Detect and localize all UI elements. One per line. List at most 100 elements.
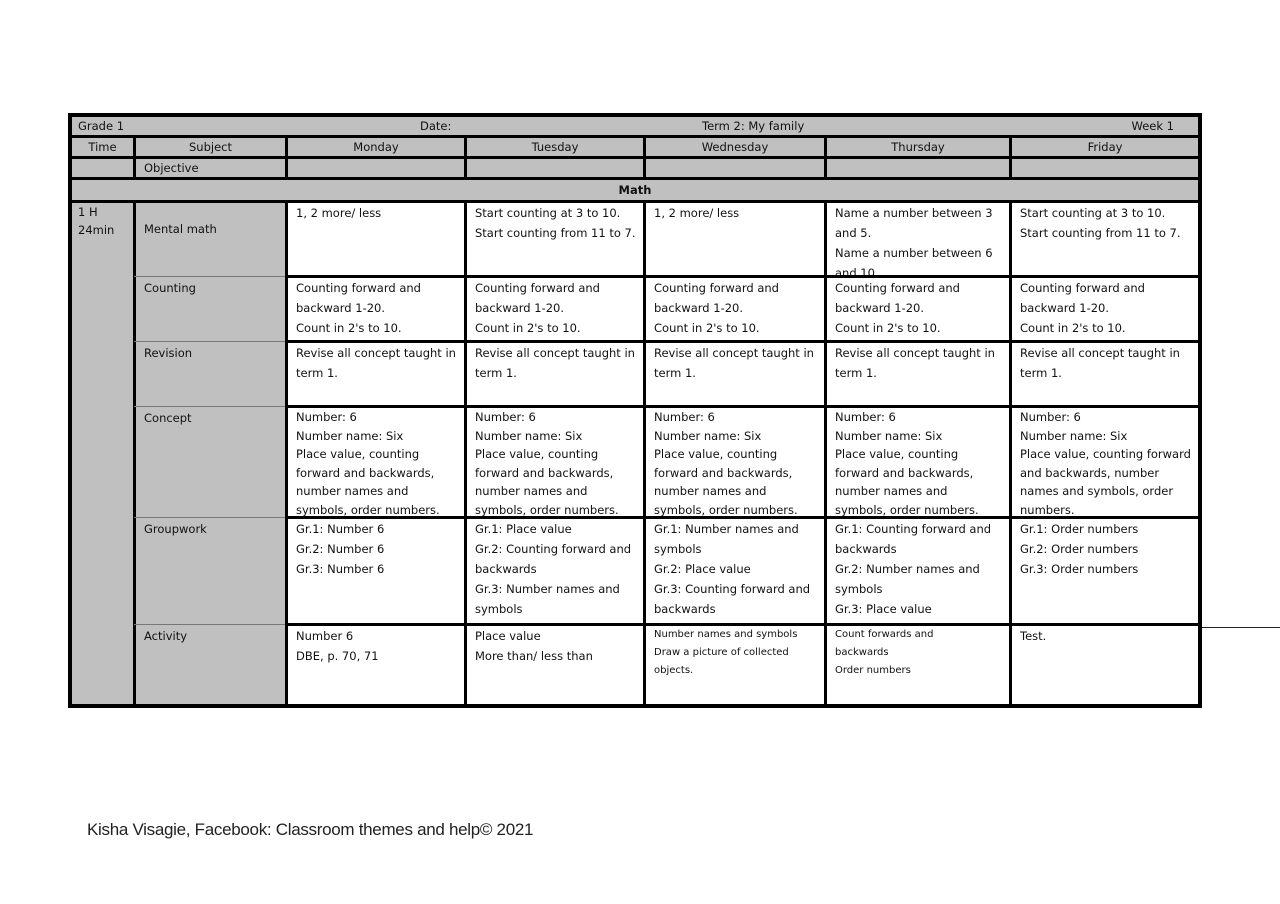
- plan-cell-tuesday[interactable]: Start counting at 3 to 10. Start counting…: [467, 203, 643, 275]
- plan-text-line: term 1.: [654, 366, 696, 380]
- plan-text-line: Gr.3: Order numbers: [1020, 562, 1139, 576]
- plan-text-line: backward 1-20.: [1020, 301, 1110, 315]
- plan-text-line: Count in 2's to 10.: [296, 321, 402, 335]
- plan-text-line: Number name: Six: [835, 428, 943, 443]
- plan-cell-tuesday[interactable]: Place value More than/ less than: [467, 626, 643, 704]
- plan-cell-wednesday[interactable]: Gr.1: Number names and symbols Gr.2: Place…: [646, 519, 824, 623]
- plan-cell-wednesday[interactable]: Number names and symbols Draw a picture o…: [646, 626, 824, 704]
- plan-text-line: number names and: [296, 484, 409, 498]
- plan-cell-friday[interactable]: Gr.1: Order numbers Gr.2: Order numbers Gr…: [1012, 519, 1198, 623]
- subject-label: Mental math: [144, 222, 217, 236]
- plan-text-line: Counting forward and: [654, 281, 779, 295]
- column-header-subject: Subject: [136, 138, 285, 156]
- subject-cell-concept: Concept: [136, 408, 285, 516]
- subject-label: Activity: [144, 629, 188, 643]
- decorative-line: [1202, 627, 1280, 628]
- plan-cell-monday[interactable]: Gr.1: Number 6 Gr.2: Number 6 Gr.3: Number…: [288, 519, 464, 623]
- plan-cell-tuesday[interactable]: Number: 6 Number name: Six Place value, co…: [467, 408, 643, 516]
- plan-cell-monday[interactable]: Number 6 DBE, p. 70, 71: [288, 626, 464, 704]
- plan-cell-friday[interactable]: Counting forward and backward 1-20. Count …: [1012, 278, 1198, 340]
- subject-label: Counting: [144, 281, 196, 295]
- plan-cell-monday[interactable]: Number: 6 Number name: Six Place value, co…: [288, 408, 464, 516]
- plan-cell-thursday[interactable]: Count forwards and backwards Order numbers: [827, 626, 1009, 704]
- plan-text-line: backwards: [475, 562, 537, 576]
- plan-text-line: Place value, counting forward: [1020, 447, 1191, 461]
- plan-cell-wednesday[interactable]: Revise all concept taught in term 1.: [646, 343, 824, 405]
- plan-text-line: Number name: Six: [654, 428, 762, 443]
- column-header-tuesday: Tuesday: [467, 138, 643, 156]
- plan-text-line: Name a number between 3: [835, 206, 993, 220]
- plan-cell-monday[interactable]: Revise all concept taught in term 1.: [288, 343, 464, 405]
- plan-cell-tuesday[interactable]: Revise all concept taught in term 1.: [467, 343, 643, 405]
- plan-cell-thursday[interactable]: Revise all concept taught in term 1.: [827, 343, 1009, 405]
- plan-text-line: Gr.2: Counting forward and: [475, 542, 632, 556]
- plan-cell-friday[interactable]: Revise all concept taught in term 1.: [1012, 343, 1198, 405]
- objective-cell-monday[interactable]: [288, 159, 464, 177]
- plan-cell-thursday[interactable]: Name a number between 3 and 5. Name a numb…: [827, 203, 1009, 275]
- subject-row-divider: [134, 406, 285, 407]
- plan-text-line: forward and backwards,: [835, 465, 974, 480]
- day-label: Thursday: [891, 140, 945, 154]
- plan-cell-monday[interactable]: Counting forward and backward 1-20. Count …: [288, 278, 464, 340]
- subject-cell-revision: Revision: [136, 343, 285, 405]
- plan-text-line: term 1.: [835, 366, 877, 380]
- plan-text-line: Revise all concept taught in: [654, 346, 814, 360]
- plan-text-line: Gr.2: Order numbers: [1020, 542, 1139, 556]
- plan-text-line: Gr.2: Number names and: [835, 562, 980, 576]
- objective-cell-thursday[interactable]: [827, 159, 1009, 177]
- plan-text-line: objects.: [654, 665, 694, 676]
- plan-text-line: Place value: [475, 629, 541, 643]
- plan-text-line: Gr.1: Order numbers: [1020, 522, 1139, 536]
- plan-text-line: symbols, order numbers.: [835, 502, 979, 517]
- plan-text-line: symbols, order numbers.: [475, 502, 619, 517]
- plan-text-line: Number: 6: [296, 410, 357, 424]
- objective-time-cell: [72, 159, 133, 177]
- plan-text-line: symbols: [475, 602, 523, 616]
- plan-cell-tuesday[interactable]: Gr.1: Place value Gr.2: Counting forward …: [467, 519, 643, 623]
- objective-cell-wednesday[interactable]: [646, 159, 824, 177]
- objective-cell-tuesday[interactable]: [467, 159, 643, 177]
- plan-text-line: Revise all concept taught in: [1020, 346, 1180, 360]
- plan-text-line: Number names and symbols: [654, 629, 798, 640]
- plan-text-line: Gr.1: Place value: [475, 522, 572, 536]
- time-slot-minutes: 24min: [78, 223, 115, 237]
- plan-cell-friday[interactable]: Number: 6 Number name: Six Place value, co…: [1012, 408, 1198, 516]
- plan-text-line: Gr.1: Number names and: [654, 522, 799, 536]
- plan-cell-monday[interactable]: 1, 2 more/ less: [288, 203, 464, 275]
- plan-text-line: Counting forward and: [835, 281, 960, 295]
- column-header-monday: Monday: [288, 138, 464, 156]
- plan-text-line: backward 1-20.: [654, 301, 744, 315]
- objective-cell-friday[interactable]: [1012, 159, 1198, 177]
- plan-text-line: Number: 6: [835, 410, 896, 424]
- plan-text-line: number names and: [654, 484, 767, 498]
- grade-label: Grade 1: [78, 119, 125, 133]
- plan-text-line: More than/ less than: [475, 649, 593, 663]
- plan-text-line: Counting forward and: [1020, 281, 1145, 295]
- plan-cell-wednesday[interactable]: Number: 6 Number name: Six Place value, co…: [646, 408, 824, 516]
- plan-cell-wednesday[interactable]: Counting forward and backward 1-20. Count …: [646, 278, 824, 340]
- plan-text-line: Start counting from 11 to 7.: [475, 226, 636, 240]
- plan-cell-thursday[interactable]: Gr.1: Counting forward and backwards Gr.2:…: [827, 519, 1009, 623]
- plan-text-line: Count in 2's to 10.: [654, 321, 760, 335]
- subject-row-divider: [134, 517, 285, 518]
- plan-text-line: Gr.3: Counting forward and: [654, 582, 811, 596]
- plan-cell-thursday[interactable]: Counting forward and backward 1-20. Count …: [827, 278, 1009, 340]
- plan-text-line: Gr.3: Number names and: [475, 582, 620, 596]
- plan-cell-friday[interactable]: Start counting at 3 to 10. Start counting…: [1012, 203, 1198, 275]
- plan-text-line: Place value, counting: [296, 447, 420, 461]
- plan-text-line: Gr.1: Number 6: [296, 522, 385, 536]
- plan-text-line: backwards: [835, 542, 897, 556]
- term-label: Term 2: My family: [702, 119, 805, 133]
- subject-label: Revision: [144, 346, 193, 360]
- plan-cell-friday[interactable]: Test.: [1012, 626, 1198, 704]
- plan-text-line: Number 6: [296, 629, 354, 643]
- plan-cell-wednesday[interactable]: 1, 2 more/ less: [646, 203, 824, 275]
- plan-text-line: Test.: [1020, 629, 1047, 643]
- plan-cell-tuesday[interactable]: Counting forward and backward 1-20. Count …: [467, 278, 643, 340]
- plan-text-line: backward 1-20.: [475, 301, 565, 315]
- plan-text-line: term 1.: [475, 366, 517, 380]
- plan-text-line: and 5.: [835, 226, 872, 240]
- plan-text-line: Revise all concept taught in: [296, 346, 456, 360]
- plan-text-line: number names and: [835, 484, 948, 498]
- plan-cell-thursday[interactable]: Number: 6 Number name: Six Place value, co…: [827, 408, 1009, 516]
